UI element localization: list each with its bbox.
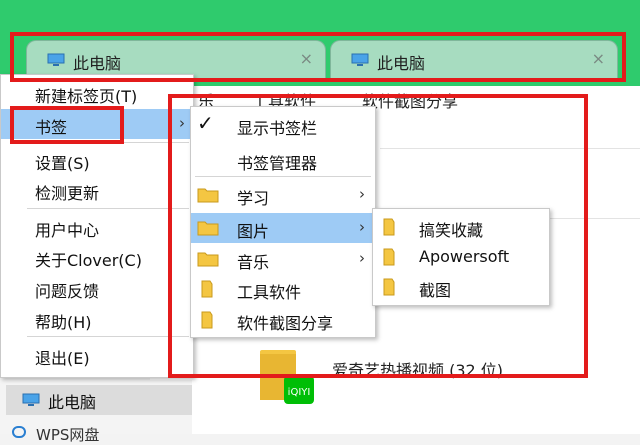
menu-item-help[interactable]: 帮助(H) [1,304,193,334]
menu-item-settings[interactable]: 设置(S) [1,145,193,175]
computer-icon [22,393,40,406]
menu-item-feedback[interactable]: 问题反馈 [1,273,193,303]
menu-separator [27,336,189,337]
nav-item-wps[interactable]: WPS网盘 [36,424,99,445]
annotation-box-tabs [10,32,626,82]
menu-item-user-center[interactable]: 用户中心 [1,212,193,242]
annotation-box-bookmarks-item [10,106,124,144]
nav-item-this-pc[interactable]: 此电脑 [6,385,192,415]
nav-item-label: 此电脑 [48,393,97,412]
cloud-icon [12,426,26,438]
menu-separator [27,208,189,209]
menu-item-label: 用户中心 [35,221,100,240]
menu-item-label: 问题反馈 [35,282,100,301]
menu-item-new-tab[interactable]: 新建标签页(T) [1,78,193,108]
annotation-box-bookmark-menus [168,94,588,378]
iqiyi-badge: iQIYI [288,387,311,398]
menu-item-label: 设置(S) [35,154,90,173]
menu-item-label: 新建标签页(T) [35,87,138,106]
menu-item-check-update[interactable]: 检测更新 [1,175,193,205]
menu-item-label: 检测更新 [35,184,100,203]
menu-item-label: 关于Clover(C) [35,251,142,270]
menu-item-about[interactable]: 关于Clover(C) [1,242,193,272]
menu-item-label: 帮助(H) [35,313,92,332]
menu-item-exit[interactable]: 退出(E) [1,340,193,370]
menu-item-label: 退出(E) [35,349,90,368]
